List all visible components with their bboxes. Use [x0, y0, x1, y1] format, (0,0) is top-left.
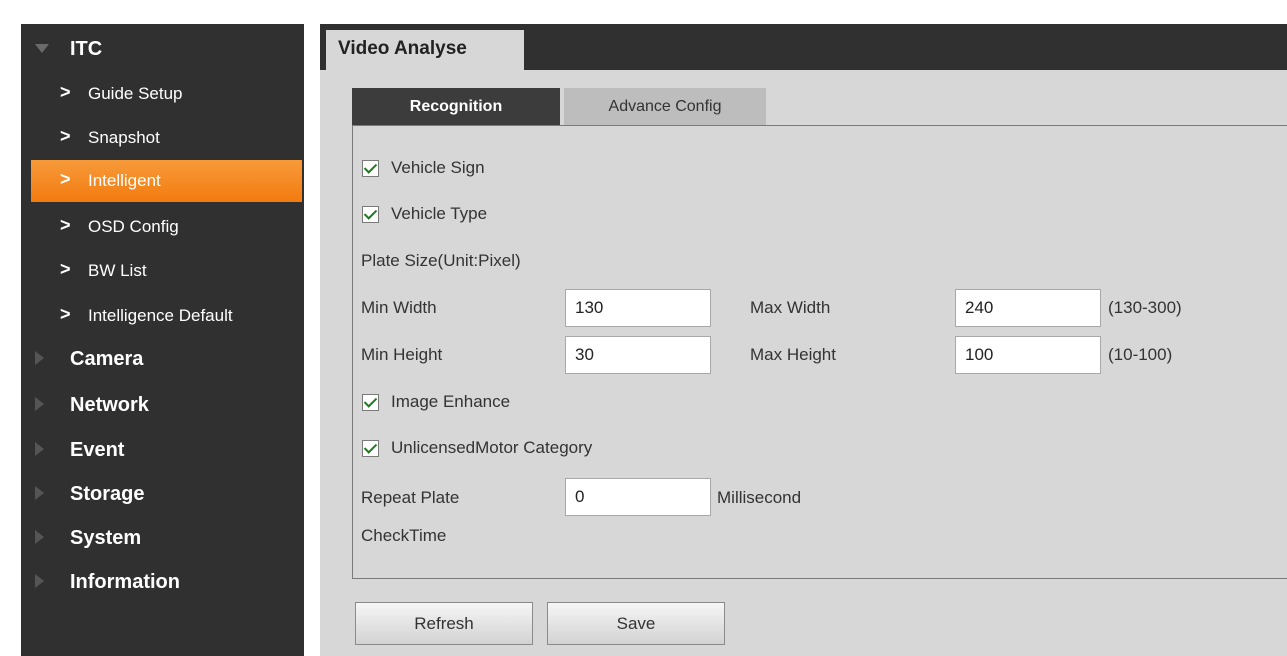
- sidebar-section-network[interactable]: Network: [21, 384, 304, 424]
- sidebar-item-intelligence-default[interactable]: > Intelligence Default: [21, 295, 304, 337]
- millisecond-unit: Millisecond: [717, 488, 802, 507]
- sidebar-section-label: ITC: [70, 38, 103, 60]
- sidebar-section-label: Storage: [70, 483, 145, 505]
- collapsed-arrow-icon: [35, 574, 44, 588]
- unlicensed-motor-label: UnlicensedMotor Category: [391, 438, 593, 457]
- sidebar-item-guide-setup[interactable]: > Guide Setup: [21, 73, 304, 115]
- check-time-label: CheckTime: [361, 526, 447, 545]
- save-button[interactable]: Save: [547, 602, 725, 645]
- sidebar-item-intelligent[interactable]: > Intelligent: [31, 160, 302, 202]
- sidebar-item-osd-config[interactable]: > OSD Config: [21, 206, 304, 248]
- min-height-label: Min Height: [361, 345, 443, 364]
- min-width-input[interactable]: 130: [565, 289, 711, 327]
- unlicensed-motor-checkbox[interactable]: [362, 440, 379, 457]
- sidebar-item-label: Guide Setup: [88, 84, 183, 103]
- sidebar-item-label: Intelligence Default: [88, 306, 233, 325]
- sidebar-section-itc[interactable]: ITC: [21, 28, 304, 68]
- sidebar: ITC > Guide Setup > Snapshot > Intellige…: [21, 24, 304, 656]
- tab-video-analyse[interactable]: Video Analyse: [326, 30, 524, 70]
- plate-size-label: Plate Size(Unit:Pixel): [361, 251, 521, 270]
- sidebar-item-label: BW List: [88, 261, 147, 280]
- max-height-label: Max Height: [750, 345, 836, 364]
- collapsed-arrow-icon: [35, 397, 44, 411]
- chevron-right-icon: >: [60, 304, 71, 324]
- chevron-right-icon: >: [60, 259, 71, 279]
- image-enhance-checkbox[interactable]: [362, 394, 379, 411]
- tab-recognition[interactable]: Recognition: [352, 88, 560, 126]
- sidebar-section-camera[interactable]: Camera: [21, 338, 304, 378]
- main-tab-bar: Video Analyse: [320, 24, 1287, 70]
- min-width-label: Min Width: [361, 298, 437, 317]
- collapsed-arrow-icon: [35, 351, 44, 365]
- chevron-right-icon: >: [60, 126, 71, 146]
- max-width-label: Max Width: [750, 298, 831, 317]
- sidebar-section-system[interactable]: System: [21, 517, 304, 557]
- vehicle-type-checkbox[interactable]: [362, 206, 379, 223]
- main-content: Video Analyse Recognition Advance Config…: [320, 24, 1287, 656]
- recognition-panel: Vehicle Sign Vehicle Type Plate Size(Uni…: [352, 125, 1287, 579]
- collapsed-arrow-icon: [35, 530, 44, 544]
- sidebar-item-label: OSD Config: [88, 217, 179, 236]
- sidebar-section-label: Event: [70, 439, 125, 461]
- sidebar-item-label: Intelligent: [88, 171, 161, 190]
- sidebar-section-label: System: [70, 527, 142, 549]
- chevron-right-icon: >: [60, 215, 71, 235]
- vehicle-type-label: Vehicle Type: [391, 204, 488, 223]
- vehicle-sign-label: Vehicle Sign: [391, 158, 485, 177]
- sidebar-section-label: Network: [70, 394, 149, 416]
- vehicle-sign-checkbox[interactable]: [362, 160, 379, 177]
- max-width-input[interactable]: 240: [955, 289, 1101, 327]
- sidebar-section-storage[interactable]: Storage: [21, 473, 304, 513]
- max-height-input[interactable]: 100: [955, 336, 1101, 374]
- min-height-input[interactable]: 30: [565, 336, 711, 374]
- sidebar-section-information[interactable]: Information: [21, 561, 304, 601]
- tab-advance-config[interactable]: Advance Config: [564, 88, 766, 126]
- width-range-label: (130-300): [1108, 298, 1182, 317]
- collapsed-arrow-icon: [35, 442, 44, 456]
- sidebar-item-snapshot[interactable]: > Snapshot: [21, 117, 304, 159]
- sidebar-section-event[interactable]: Event: [21, 429, 304, 469]
- height-range-label: (10-100): [1108, 345, 1173, 364]
- chevron-right-icon: >: [60, 82, 71, 102]
- repeat-plate-input[interactable]: 0: [565, 478, 711, 516]
- chevron-right-icon: >: [60, 169, 71, 189]
- collapsed-arrow-icon: [35, 486, 44, 500]
- image-enhance-label: Image Enhance: [391, 392, 511, 411]
- app-root: ITC > Guide Setup > Snapshot > Intellige…: [0, 0, 1287, 656]
- sidebar-item-bw-list[interactable]: > BW List: [21, 250, 304, 292]
- sidebar-section-label: Camera: [70, 348, 144, 370]
- refresh-button[interactable]: Refresh: [355, 602, 533, 645]
- repeat-plate-label: Repeat Plate: [361, 488, 460, 507]
- expanded-arrow-icon: [35, 44, 49, 53]
- sidebar-item-label: Snapshot: [88, 128, 160, 147]
- sidebar-section-label: Information: [70, 571, 180, 593]
